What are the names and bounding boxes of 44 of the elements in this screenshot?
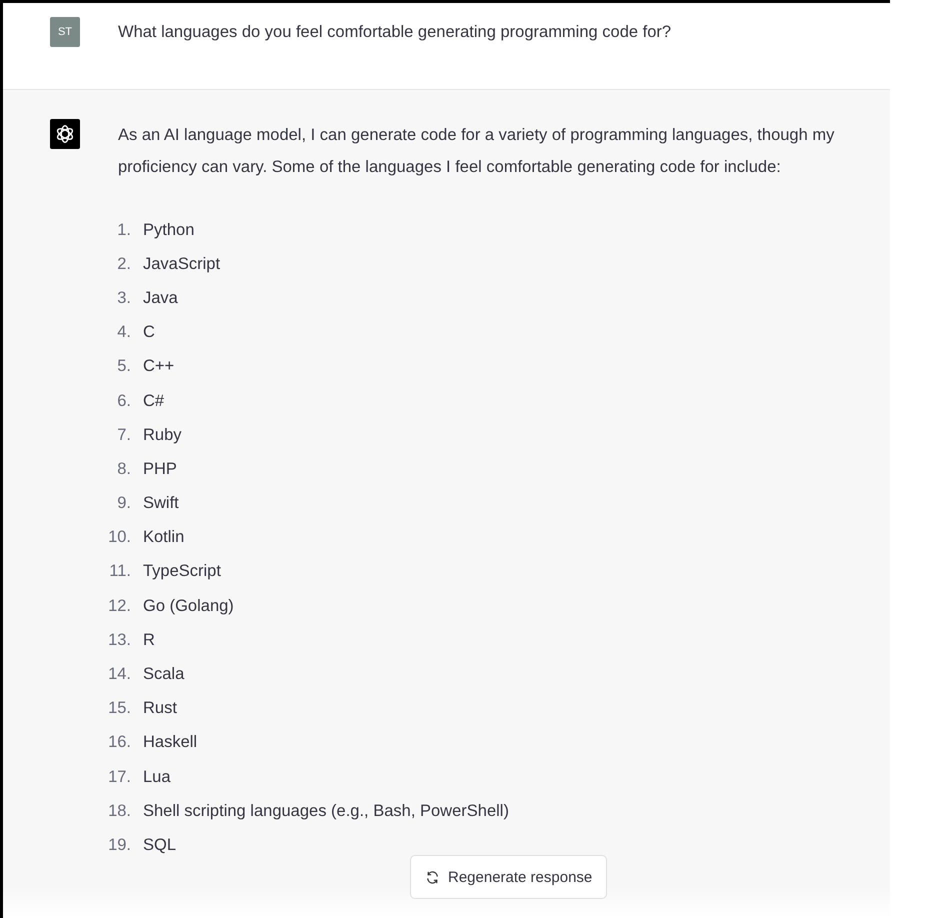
list-item-text: PHP [143,460,177,479]
list-item-text: Rust [143,699,177,718]
list-number: 12. [107,596,131,616]
refresh-icon [425,870,440,884]
list-number: 6. [116,392,131,411]
list-number: 18. [107,802,131,821]
list-number: 11. [108,562,131,582]
list-number: 19. [107,836,131,855]
list-number: 14. [107,665,131,684]
list-item-text: JavaScript [143,254,220,274]
list-item-text: Shell scripting languages (e.g., Bash, PowerShell) [143,802,509,821]
list-item-text: Go (Golang) [143,596,234,616]
list-number: 4. [116,323,131,342]
list-item-text: R [143,630,155,650]
list-number: 13. [107,630,131,650]
list-item-text: Scala [143,665,184,684]
regenerate-response-button[interactable]: Regenerate response [410,855,608,899]
list-number: 10. [107,528,131,548]
list-number: 17. [107,768,131,787]
list-number: 9. [116,494,131,514]
list-item-text: Haskell [143,733,198,752]
list-item-text: Java [143,288,178,308]
list-item-text: C++ [143,357,174,376]
user-message-text: What languages do you feel comfortable generating programming code for? [118,22,672,43]
list-number: 15. [107,699,131,718]
response-paragraph: As an AI language model, I can generate code for a variety of programming languages, though my proficiency can vary. Some of the languages I feel comfortable generating code for include: [118,125,836,178]
list-item-text: Kotlin [143,528,184,548]
list-item-text: Lua [143,768,171,787]
list-number: 7. [116,426,131,445]
list-number: 2. [116,254,131,274]
list-item-text: C [143,323,155,342]
list-number: 8. [116,460,131,479]
list-item-text: Swift [143,494,179,514]
list-item-text: Ruby [143,426,182,445]
list-number: 3. [116,288,131,308]
list-number: 16. [107,733,131,752]
list-item-text: C# [143,392,164,411]
list-item-text: Python [143,220,194,240]
list-number: 5. [116,357,131,376]
list-item-text: SQL [143,836,176,855]
list-number: 1. [116,220,131,240]
user-avatar: ST [50,17,80,47]
assistant-logo-icon [50,119,80,149]
list-item-text: TypeScript [143,562,221,582]
